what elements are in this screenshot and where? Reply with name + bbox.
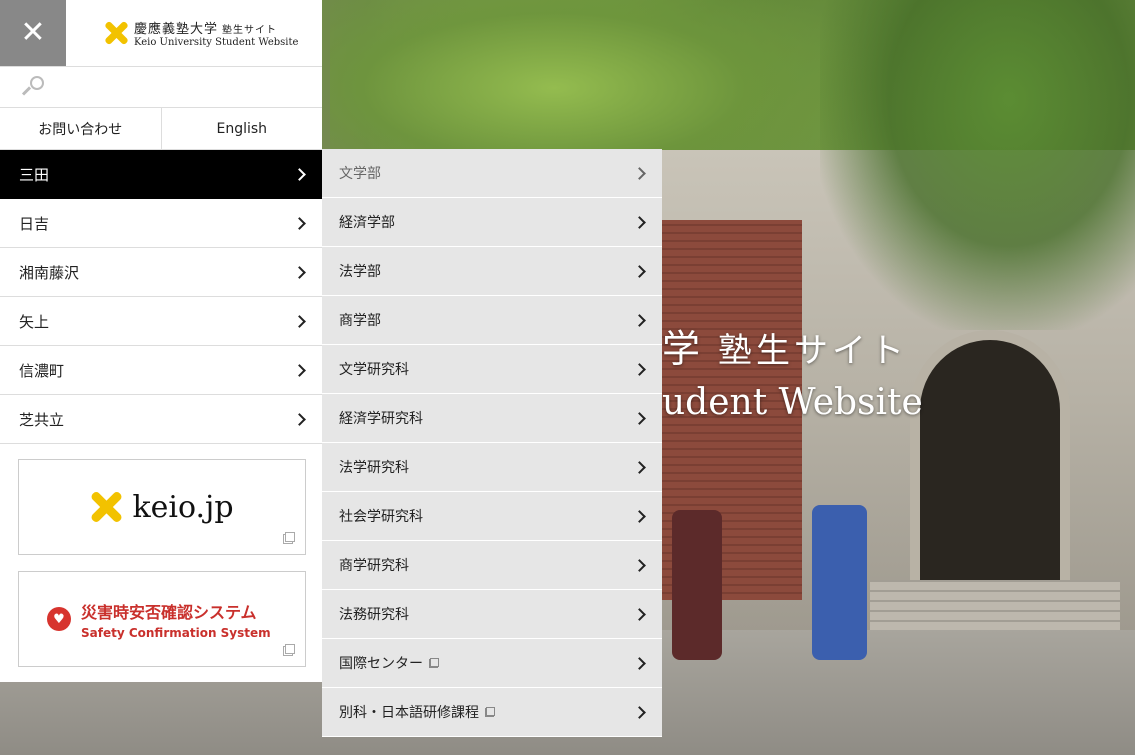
campus-label: 信濃町	[19, 361, 65, 380]
submenu-label: 文学研究科	[339, 362, 409, 378]
chevron-right-icon	[633, 509, 646, 523]
submenu-label: 経済学部	[339, 215, 395, 231]
chevron-right-icon	[293, 363, 306, 377]
submenu-label: 国際センター	[339, 656, 423, 672]
safety-confirmation-banner[interactable]: ♥ 災害時安否確認システム Safety Confirmation System	[18, 571, 306, 667]
chevron-right-icon	[633, 215, 646, 229]
chevron-right-icon	[633, 705, 646, 719]
campus-item-yagami[interactable]: 矢上	[0, 297, 322, 346]
search-input[interactable]	[0, 67, 322, 108]
submenu-label: 経済学研究科	[339, 411, 423, 427]
keio-jp-banner[interactable]: keio.jp	[18, 459, 306, 555]
site-logo[interactable]: 慶應義塾大学 塾生サイト Keio University Student Webs…	[66, 0, 322, 66]
campus-label: 湘南藤沢	[19, 263, 80, 282]
submenu-label: 別科・日本語研修課程	[339, 705, 479, 721]
external-link-icon	[283, 532, 295, 544]
chevron-right-icon	[633, 656, 646, 670]
submenu-label-wrap: 別科・日本語研修課程	[339, 702, 495, 722]
chevron-right-icon	[633, 460, 646, 474]
faculty-submenu: 文学部 経済学部 法学部 商学部 文学研究科 経済学研究科 法学研究科 社会学研…	[322, 149, 662, 737]
logo-title-en: Keio University Student Website	[134, 37, 299, 48]
close-icon: ✕	[20, 15, 46, 50]
submenu-label: 文学部	[339, 166, 381, 182]
arch-doorway	[910, 330, 1070, 590]
chevron-right-icon	[293, 265, 306, 279]
close-button[interactable]: ✕	[0, 0, 66, 66]
campus-item-shinanomachi[interactable]: 信濃町	[0, 346, 322, 395]
hero-title-jp: 学塾生サイト	[662, 327, 909, 371]
heart-icon: ♥	[47, 607, 71, 631]
contact-link[interactable]: お問い合わせ	[0, 108, 161, 149]
chevron-right-icon	[633, 411, 646, 425]
submenu-label: 商学部	[339, 313, 381, 329]
submenu-item[interactable]: 経済学部	[322, 198, 662, 247]
campus-label: 芝共立	[19, 410, 65, 429]
campus-label: 日吉	[19, 214, 50, 233]
english-link[interactable]: English	[160, 108, 323, 149]
chevron-right-icon	[293, 216, 306, 230]
submenu-item[interactable]: 文学部	[322, 149, 662, 198]
campus-item-hiyoshi[interactable]: 日吉	[0, 199, 322, 248]
submenu-item[interactable]: 社会学研究科	[322, 492, 662, 541]
submenu-item[interactable]: 経済学研究科	[322, 394, 662, 443]
tree-foliage-right	[820, 0, 1135, 330]
safety-title-jp: 災害時安否確認システム	[81, 602, 257, 622]
submenu-item[interactable]: 法務研究科	[322, 590, 662, 639]
submenu-item[interactable]: 法学研究科	[322, 443, 662, 492]
submenu-item[interactable]: 法学部	[322, 247, 662, 296]
keio-pen-icon	[90, 491, 122, 523]
student-figure	[672, 510, 722, 660]
search-icon[interactable]	[21, 76, 44, 98]
external-link-icon	[485, 707, 495, 717]
safety-title-en: Safety Confirmation System	[81, 625, 271, 640]
submenu-label: 商学研究科	[339, 558, 409, 574]
external-link-icon	[429, 658, 439, 668]
submenu-label-wrap: 国際センター	[339, 653, 439, 673]
campus-item-shonan-fujisawa[interactable]: 湘南藤沢	[0, 248, 322, 297]
chevron-right-icon	[293, 314, 306, 328]
panel-header: ✕ 慶應義塾大学 塾生サイト Keio University Student We…	[0, 0, 322, 67]
chevron-right-icon	[293, 412, 306, 426]
keio-pen-icon	[104, 21, 128, 45]
submenu-item-japanese-language-program[interactable]: 別科・日本語研修課程	[322, 688, 662, 737]
chevron-right-icon	[633, 607, 646, 621]
submenu-label: 法学研究科	[339, 460, 409, 476]
chevron-right-icon	[633, 264, 646, 278]
chevron-right-icon	[633, 166, 646, 180]
hero-title-en: udent Website	[662, 382, 923, 423]
campus-item-shiba-kyoritsu[interactable]: 芝共立	[0, 395, 322, 444]
chevron-right-icon	[293, 167, 306, 181]
chevron-right-icon	[633, 558, 646, 572]
submenu-label: 法務研究科	[339, 607, 409, 623]
student-figure	[812, 505, 867, 660]
chevron-right-icon	[633, 313, 646, 327]
campus-item-mita[interactable]: 三田	[0, 150, 322, 199]
submenu-label: 社会学研究科	[339, 509, 423, 525]
nav-panel: ✕ 慶應義塾大学 塾生サイト Keio University Student We…	[0, 0, 322, 682]
campus-list: 三田 日吉 湘南藤沢 矢上 信濃町 芝共立	[0, 150, 322, 444]
campus-label: 三田	[19, 165, 50, 184]
utility-links: お問い合わせ English	[0, 108, 322, 150]
submenu-item[interactable]: 文学研究科	[322, 345, 662, 394]
external-link-icon	[283, 644, 295, 656]
submenu-item[interactable]: 商学研究科	[322, 541, 662, 590]
submenu-item-international-center[interactable]: 国際センター	[322, 639, 662, 688]
logo-title-jp: 慶應義塾大学 塾生サイト	[134, 22, 278, 37]
chevron-right-icon	[633, 362, 646, 376]
keio-jp-label: keio.jp	[132, 489, 234, 525]
campus-label: 矢上	[19, 312, 50, 331]
submenu-item[interactable]: 商学部	[322, 296, 662, 345]
submenu-label: 法学部	[339, 264, 381, 280]
